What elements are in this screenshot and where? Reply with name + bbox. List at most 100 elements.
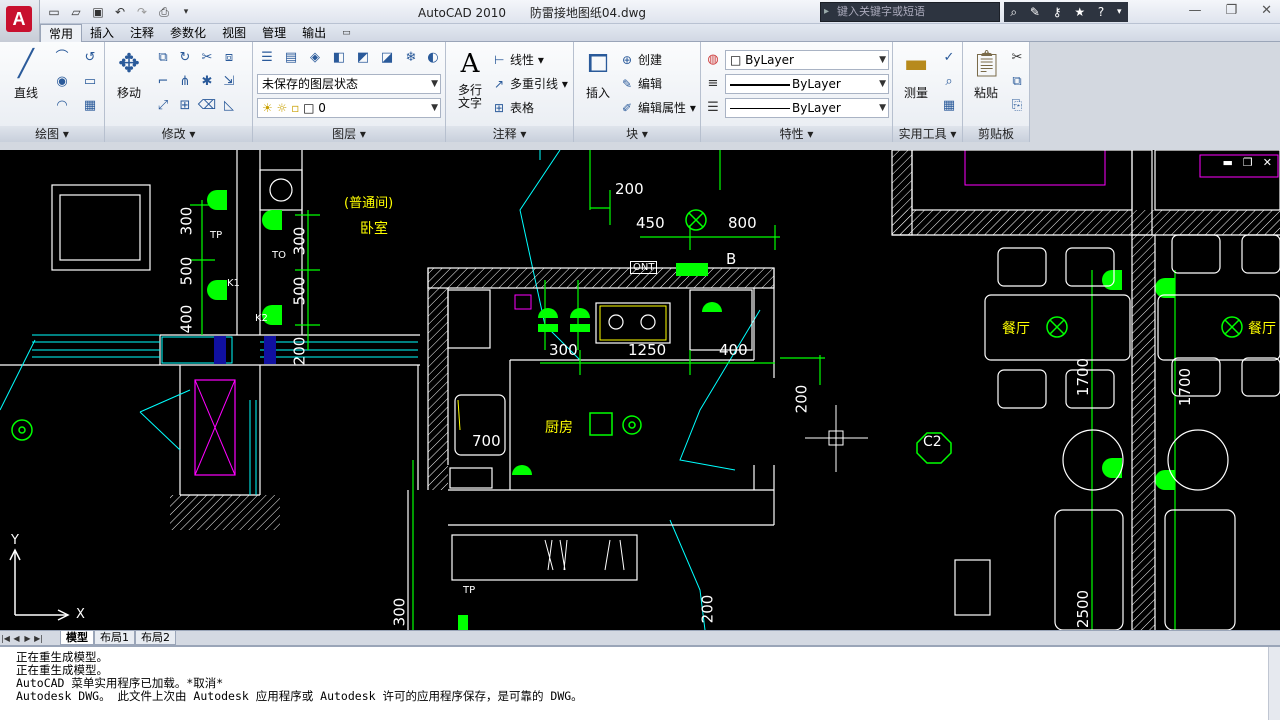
hatch-icon[interactable]: ▦ xyxy=(80,96,100,116)
stretch-icon[interactable]: ⇲ xyxy=(219,72,239,92)
panel-properties-title[interactable]: 特性 ▾ xyxy=(701,126,892,142)
ribbon-minimize-toggle[interactable]: ▭ xyxy=(334,24,359,42)
array-icon[interactable]: ⊞ xyxy=(175,96,195,116)
linetype-dropdown[interactable]: ByLayer ▼ xyxy=(725,98,889,118)
layer-off-icon[interactable]: ◐ xyxy=(423,48,443,68)
panel-modify-title[interactable]: 修改 ▾ xyxy=(105,126,252,142)
measure-button[interactable]: ▬ 测量 xyxy=(895,48,937,101)
panel-block-title[interactable]: 块 ▾ xyxy=(574,126,700,142)
viewport-minimize-icon[interactable]: ▬ xyxy=(1223,156,1233,169)
erase-icon[interactable]: ⌫ xyxy=(197,96,217,116)
mleader-button[interactable]: ↗ 多重引线 ▾ xyxy=(494,74,568,94)
tab-model[interactable]: 模型 xyxy=(60,631,94,645)
find-icon[interactable]: ⌕ xyxy=(939,72,959,92)
first-layout-icon[interactable]: |◀ xyxy=(0,634,11,643)
copy-icon[interactable]: ⧉ xyxy=(153,48,173,68)
current-layer-dropdown[interactable]: ☀ ☼ ▫ □ 0 ▼ xyxy=(257,98,441,118)
cut-icon[interactable]: ✂ xyxy=(1007,48,1027,68)
mtext-button[interactable]: A 多行文字 xyxy=(450,48,490,110)
last-layout-icon[interactable]: ▶| xyxy=(33,634,44,643)
circle-icon[interactable]: ◉ xyxy=(52,72,72,92)
create-block-button[interactable]: ⊕ 创建 xyxy=(622,50,662,70)
layer-properties-icon[interactable]: ☰ xyxy=(257,48,277,68)
minimize-icon[interactable]: — xyxy=(1188,3,1201,18)
layer-unisolate-icon[interactable]: ◪ xyxy=(377,48,397,68)
color-dropdown[interactable]: □ ByLayer ▼ xyxy=(725,50,889,70)
tab-annotate[interactable]: 注释 xyxy=(122,24,162,42)
mirror-icon[interactable]: ⋔ xyxy=(175,72,195,92)
fillet-icon[interactable]: ⌐ xyxy=(153,72,173,92)
match-properties-icon[interactable]: ⎘ xyxy=(1007,96,1027,116)
undo-icon[interactable]: ↶ xyxy=(110,3,130,21)
restore-icon[interactable]: ❐ xyxy=(1225,3,1237,18)
qat-dropdown-icon[interactable]: ▾ xyxy=(176,3,196,21)
drawing-canvas[interactable]: Y X (普通间) 卧室 厨房 餐厅 餐厅 200 450 800 300 12… xyxy=(0,150,1280,630)
open-folder-icon[interactable]: ▱ xyxy=(66,3,86,21)
panel-draw-title[interactable]: 绘图 ▾ xyxy=(0,126,104,142)
color-wheel-icon[interactable]: ◍ xyxy=(703,50,723,70)
save-icon[interactable]: ▣ xyxy=(88,3,108,21)
current-layer-value: 0 xyxy=(318,101,326,115)
search-input[interactable]: ▸ 键入关键字或短语 xyxy=(820,2,1000,22)
calculator-icon[interactable]: ▦ xyxy=(939,96,959,116)
move-button[interactable]: ✥ 移动 xyxy=(109,48,149,101)
viewport-close-icon[interactable]: ✕ xyxy=(1263,156,1272,169)
layer-state-dropdown[interactable]: 未保存的图层状态 ▼ xyxy=(257,74,441,94)
insert-block-button[interactable]: ⧠ 插入 xyxy=(578,48,618,101)
lineweight-icon[interactable]: ≡ xyxy=(703,74,723,94)
rectangle-icon[interactable]: ▭ xyxy=(80,72,100,92)
subscription-key-icon[interactable]: ⚷ xyxy=(1053,5,1062,19)
layer-state-icon[interactable]: ▤ xyxy=(281,48,301,68)
close-icon[interactable]: ✕ xyxy=(1261,3,1272,18)
arc-icon[interactable]: ◠ xyxy=(52,96,72,116)
new-file-icon[interactable]: ▭ xyxy=(44,3,64,21)
copy-clip-icon[interactable]: ⧉ xyxy=(1007,72,1027,92)
next-layout-icon[interactable]: ▶ xyxy=(22,634,33,643)
layer-isolate-icon[interactable]: ◩ xyxy=(353,48,373,68)
tab-home[interactable]: 常用 xyxy=(40,24,83,42)
scale-icon[interactable]: ⤢ xyxy=(153,96,173,116)
tab-manage[interactable]: 管理 xyxy=(254,24,294,42)
undo-draw-icon[interactable]: ↺ xyxy=(80,48,100,68)
tools-icon[interactable]: ✎ xyxy=(1030,5,1040,19)
command-window[interactable]: 正在重生成模型。 正在重生成模型。 AutoCAD 菜单实用程序已加载。*取消*… xyxy=(0,645,1280,720)
viewport-restore-icon[interactable]: ❐ xyxy=(1243,156,1253,169)
tab-view[interactable]: 视图 xyxy=(214,24,254,42)
trim-icon[interactable]: ✂ xyxy=(197,48,217,68)
redo-icon[interactable]: ↷ xyxy=(132,3,152,21)
explode-icon[interactable]: ✱ xyxy=(197,72,217,92)
application-menu-button[interactable]: A xyxy=(0,0,40,42)
edit-block-button[interactable]: ✎ 编辑 xyxy=(622,74,662,94)
chamfer-icon[interactable]: ◺ xyxy=(219,96,239,116)
linetype-icon[interactable]: ☰ xyxy=(703,98,723,118)
tab-layout2[interactable]: 布局2 xyxy=(135,631,176,645)
help-icon[interactable]: ? xyxy=(1098,5,1104,19)
tab-output[interactable]: 输出 xyxy=(294,24,334,42)
favorites-star-icon[interactable]: ★ xyxy=(1074,5,1085,19)
layer-previous-icon[interactable]: ◧ xyxy=(329,48,349,68)
layer-match-icon[interactable]: ◈ xyxy=(305,48,325,68)
edit-attribute-button[interactable]: ✐ 编辑属性 ▾ xyxy=(622,98,696,118)
tab-layout1[interactable]: 布局1 xyxy=(94,631,135,645)
command-scrollbar[interactable] xyxy=(1268,647,1280,720)
lineweight-dropdown[interactable]: ByLayer ▼ xyxy=(725,74,889,94)
paste-button[interactable]: 📋︎ 粘贴 xyxy=(965,48,1007,101)
polyline-icon[interactable]: ⌒ xyxy=(52,48,72,68)
help-dropdown-icon[interactable]: ▾ xyxy=(1117,7,1122,17)
rotate-icon[interactable]: ↻ xyxy=(175,48,195,68)
quick-select-icon[interactable]: ✓ xyxy=(939,48,959,68)
panel-utilities-title[interactable]: 实用工具 ▾ xyxy=(893,126,962,142)
panel-clipboard-title[interactable]: 剪贴板 xyxy=(963,126,1029,142)
line-button[interactable]: ╱ 直线 xyxy=(6,48,46,101)
binoculars-icon[interactable]: ⌕ xyxy=(1010,5,1017,20)
tab-insert[interactable]: 插入 xyxy=(82,24,122,42)
layer-freeze-icon[interactable]: ❄ xyxy=(401,48,421,68)
offset-icon[interactable]: ⧈ xyxy=(219,48,239,68)
panel-annotation-title[interactable]: 注释 ▾ xyxy=(446,126,573,142)
linear-dim-button[interactable]: ⊢ 线性 ▾ xyxy=(494,50,544,70)
panel-layers-title[interactable]: 图层 ▾ xyxy=(253,126,445,142)
tab-parametric[interactable]: 参数化 xyxy=(162,24,214,42)
plot-printer-icon[interactable]: ⎙ xyxy=(154,3,174,21)
prev-layout-icon[interactable]: ◀ xyxy=(11,634,22,643)
table-button[interactable]: ⊞ 表格 xyxy=(494,98,534,118)
